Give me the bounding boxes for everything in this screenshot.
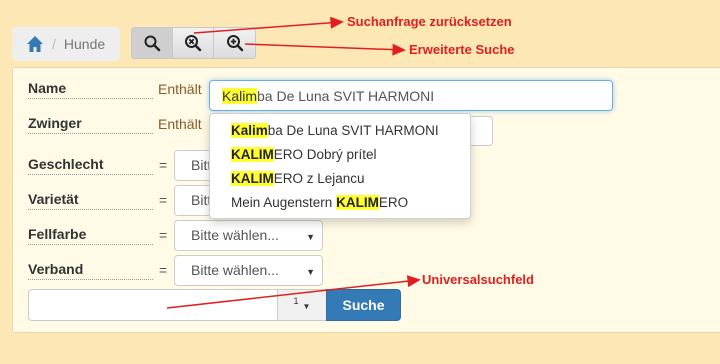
caret-down-icon: ▼ bbox=[306, 267, 315, 277]
advanced-search-button[interactable] bbox=[214, 28, 255, 58]
eq-fellfarbe: = bbox=[159, 227, 168, 243]
search-reset-icon bbox=[185, 35, 202, 52]
label-verband: Verband bbox=[28, 261, 153, 280]
search-count-value: 1 bbox=[293, 296, 299, 306]
autocomplete-item[interactable]: Mein Augenstern KALIMERO bbox=[210, 193, 470, 217]
home-icon[interactable] bbox=[26, 35, 44, 53]
breadcrumb: / Hunde bbox=[12, 27, 120, 61]
label-varietaet: Varietät bbox=[28, 191, 153, 210]
search-icon bbox=[144, 35, 161, 52]
autocomplete-dropdown: Kalimba De Luna SVIT HARMONI KALIMERO Do… bbox=[209, 113, 471, 219]
eq-varietaet: = bbox=[159, 192, 168, 208]
select-verband[interactable]: Bitte wählen... ▼ bbox=[174, 255, 323, 286]
breadcrumb-separator: / bbox=[52, 36, 56, 52]
search-advanced-icon bbox=[226, 35, 243, 52]
label-name: Name bbox=[28, 80, 153, 99]
qualifier-zwinger: Enthält bbox=[158, 116, 202, 132]
name-input[interactable]: Kalim ba De Luna SVIT HARMONI bbox=[209, 80, 613, 111]
label-zwinger: Zwinger bbox=[28, 115, 153, 134]
universal-search-input[interactable] bbox=[28, 289, 278, 321]
arrow-advanced bbox=[244, 43, 406, 56]
autocomplete-item[interactable]: KALIMERO Dobrý prítel bbox=[210, 145, 470, 169]
autocomplete-item[interactable]: KALIMERO z Lejancu bbox=[210, 169, 470, 193]
eq-geschlecht: = bbox=[159, 157, 168, 173]
search-submit-button[interactable]: Suche bbox=[326, 289, 401, 321]
label-geschlecht: Geschlecht bbox=[28, 156, 153, 175]
select-verband-value: Bitte wählen... bbox=[191, 262, 279, 278]
select-fellfarbe[interactable]: Bitte wählen... ▼ bbox=[174, 220, 323, 251]
annotation-advanced: Erweiterte Suche bbox=[409, 42, 515, 57]
search-button[interactable] bbox=[132, 28, 173, 58]
caret-down-icon: ▼ bbox=[306, 232, 315, 242]
search-count-dropdown[interactable]: 1 ▼ bbox=[277, 289, 327, 321]
breadcrumb-current: Hunde bbox=[63, 36, 106, 52]
autocomplete-item[interactable]: Kalimba De Luna SVIT HARMONI bbox=[210, 121, 470, 145]
name-input-rest: ba De Luna SVIT HARMONI bbox=[257, 87, 435, 104]
annotation-reset: Suchanfrage zurücksetzen bbox=[347, 14, 512, 29]
name-input-match: Kalim bbox=[222, 87, 258, 104]
label-fellfarbe: Fellfarbe bbox=[28, 226, 153, 245]
annotation-universal: Universalsuchfeld bbox=[422, 272, 534, 287]
search-toolbar bbox=[131, 27, 256, 59]
qualifier-name: Enthält bbox=[158, 81, 202, 97]
caret-down-icon: ▼ bbox=[302, 302, 311, 311]
reset-search-button[interactable] bbox=[173, 28, 214, 58]
select-fellfarbe-value: Bitte wählen... bbox=[191, 227, 279, 243]
eq-verband: = bbox=[159, 262, 168, 278]
